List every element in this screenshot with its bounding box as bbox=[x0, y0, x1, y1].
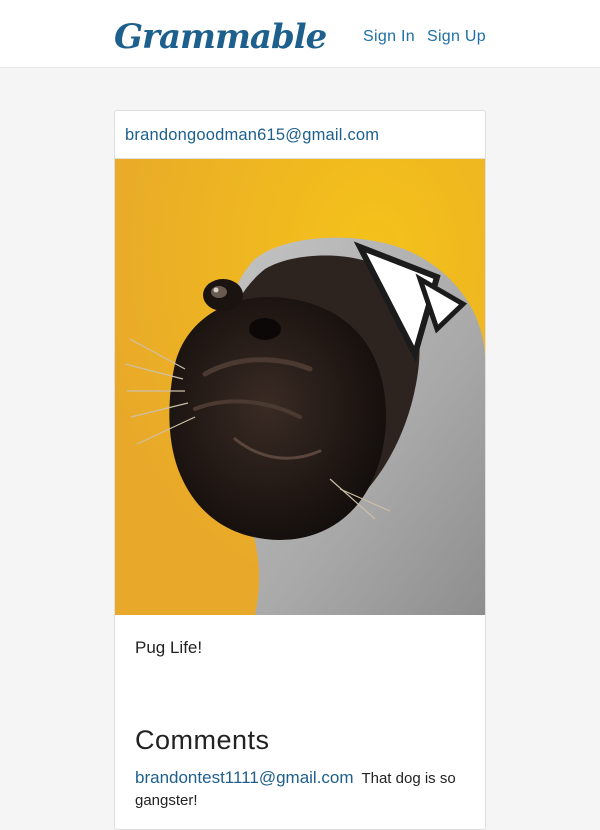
auth-nav: Sign In Sign Up bbox=[363, 27, 486, 47]
post-header: brandongoodman615@gmail.com bbox=[115, 111, 485, 159]
post-card: brandongoodman615@gmail.com Pug Life! Co… bbox=[114, 110, 486, 830]
sign-up-link[interactable]: Sign Up bbox=[427, 27, 486, 47]
sign-in-link[interactable]: Sign In bbox=[363, 27, 415, 47]
brand-logo[interactable]: Grammable bbox=[114, 15, 327, 59]
pug-in-hoodie-icon bbox=[115, 159, 485, 615]
comments-heading: Comments bbox=[135, 725, 270, 755]
comment-item: brandontest1111@gmail.com That dog is so… bbox=[135, 767, 465, 812]
post-caption: Pug Life! bbox=[135, 638, 203, 657]
post-photo bbox=[115, 159, 485, 615]
comment-author-link[interactable]: brandontest1111@gmail.com bbox=[135, 768, 354, 787]
top-navbar: Grammable Sign In Sign Up bbox=[0, 0, 600, 68]
post-author-link[interactable]: brandongoodman615@gmail.com bbox=[125, 125, 379, 145]
